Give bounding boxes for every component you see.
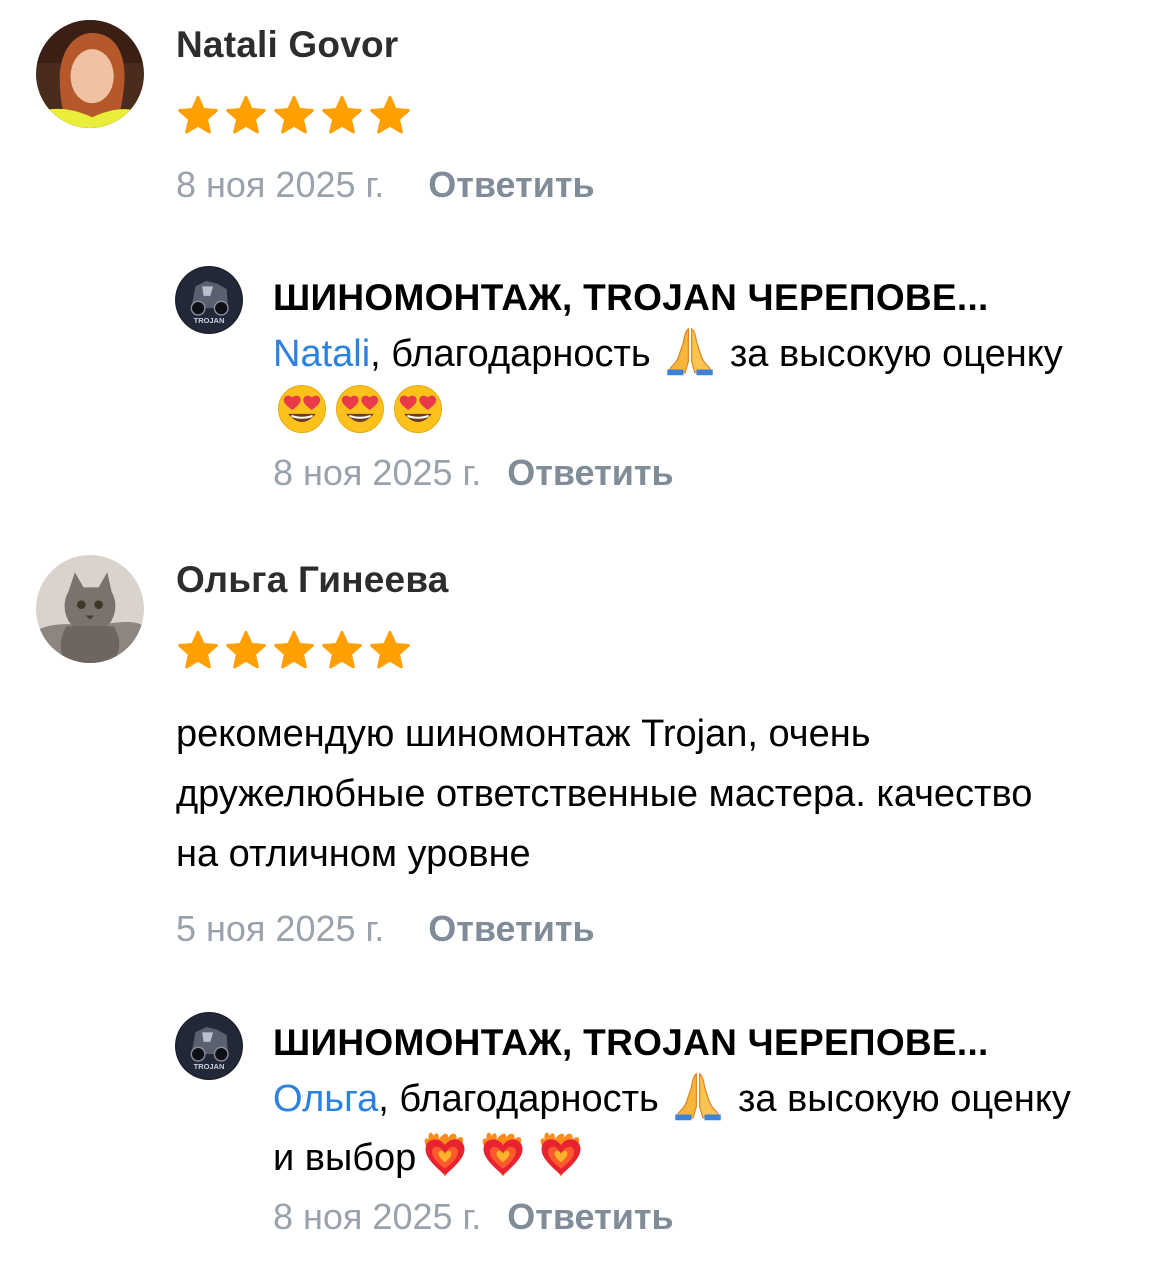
heart-eyes-icon: [392, 383, 444, 435]
rating-stars: [175, 94, 413, 138]
trojan-logo: TROJAN: [175, 1012, 243, 1080]
reply-button[interactable]: Ответить: [428, 164, 594, 206]
review-author-name[interactable]: Natali Govor: [176, 24, 398, 66]
reply-text: Ольга, благодарность за высокую оценку и…: [273, 1069, 1093, 1187]
user-photo-olga: [36, 555, 144, 663]
star-icon: [175, 94, 221, 138]
reply-text-part: , благодарность: [378, 1078, 670, 1120]
reply-author-name[interactable]: ШИНОМОНТАЖ, TROJAN ЧЕРЕПОВЕ...: [273, 277, 989, 319]
reply-text: Natali, благодарность за высокую оценку: [273, 324, 1093, 442]
star-icon: [271, 94, 317, 138]
review-date: 5 ноя 2025 г.: [176, 908, 385, 949]
star-icon: [319, 629, 365, 673]
avatar[interactable]: [36, 20, 144, 128]
mention-link[interactable]: Ольга: [273, 1078, 378, 1120]
reply-date: 8 ноя 2025 г.: [273, 452, 482, 493]
review-author-name[interactable]: Ольга Гинеева: [176, 559, 449, 601]
user-photo-natali: [36, 20, 144, 128]
rating-stars: [175, 629, 413, 673]
review-meta: 5 ноя 2025 г. Ответить: [176, 908, 595, 950]
review-meta: 8 ноя 2025 г. Ответить: [176, 164, 595, 206]
reply-date: 8 ноя 2025 г.: [273, 1196, 482, 1237]
review-date: 8 ноя 2025 г.: [176, 164, 385, 205]
heart-on-fire-icon: [477, 1128, 529, 1180]
heart-eyes-icon: [276, 383, 328, 435]
heart-eyes-icon: [334, 383, 386, 435]
reply-text-part: за высокую оценку: [719, 333, 1063, 375]
business-avatar[interactable]: TROJAN: [175, 1012, 243, 1080]
mention-link[interactable]: Natali: [273, 333, 370, 375]
folded-hands-icon: [664, 324, 716, 376]
star-icon: [223, 629, 269, 673]
heart-on-fire-icon: [535, 1128, 587, 1180]
svg-text:TROJAN: TROJAN: [194, 316, 225, 325]
trojan-logo: TROJAN: [175, 266, 243, 334]
reply-button[interactable]: Ответить: [507, 1196, 673, 1238]
reply-button[interactable]: Ответить: [428, 908, 594, 950]
star-icon: [271, 629, 317, 673]
review-text: рекомендую шиномонтаж Trojan, очень друж…: [176, 713, 1033, 875]
star-icon: [319, 94, 365, 138]
star-icon: [223, 94, 269, 138]
reply-text-part: , благодарность: [370, 333, 662, 375]
star-icon: [175, 629, 221, 673]
reply-meta: 8 ноя 2025 г. Ответить: [273, 1196, 674, 1238]
reply-meta: 8 ноя 2025 г. Ответить: [273, 452, 674, 494]
star-icon: [367, 629, 413, 673]
folded-hands-icon: [672, 1069, 724, 1121]
star-icon: [367, 94, 413, 138]
svg-text:TROJAN: TROJAN: [194, 1062, 225, 1071]
avatar[interactable]: [36, 555, 144, 663]
reply-button[interactable]: Ответить: [507, 452, 673, 494]
reply-author-name[interactable]: ШИНОМОНТАЖ, TROJAN ЧЕРЕПОВЕ...: [273, 1022, 989, 1064]
heart-on-fire-icon: [419, 1128, 471, 1180]
business-avatar[interactable]: TROJAN: [175, 266, 243, 334]
